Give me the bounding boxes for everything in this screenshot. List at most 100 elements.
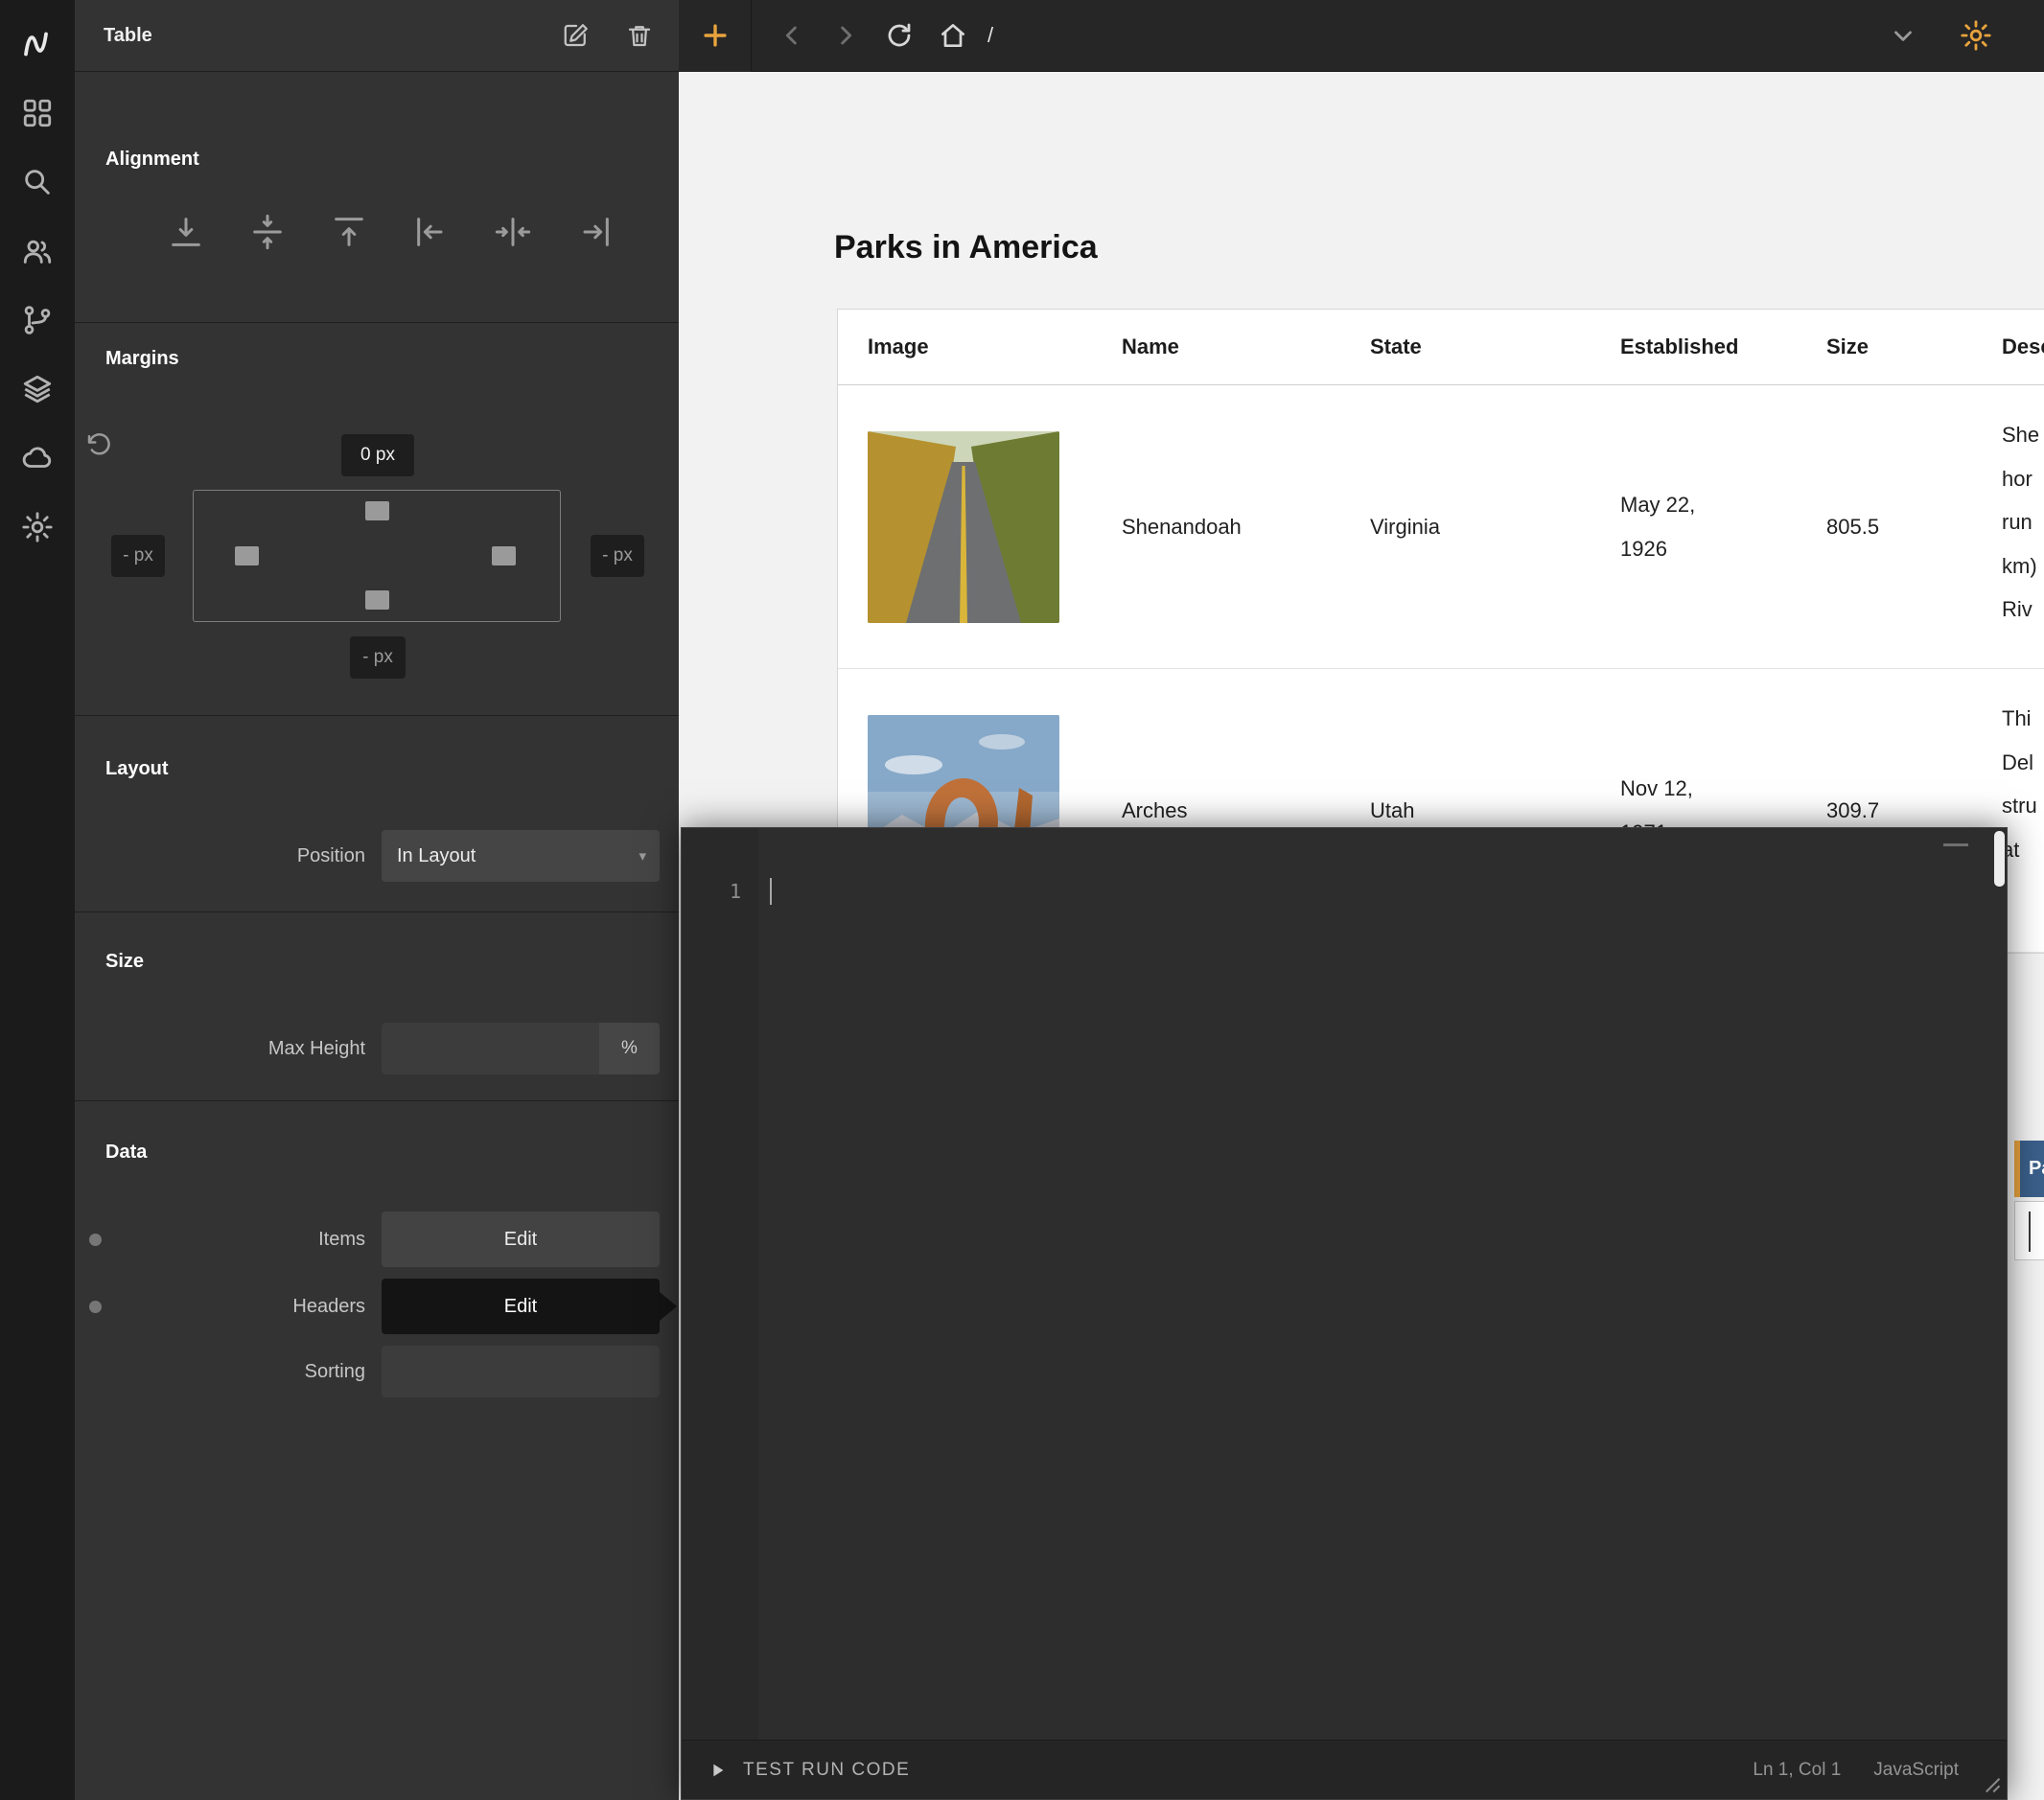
- description-line: Del: [2002, 741, 2044, 785]
- position-select[interactable]: In Layout ▾: [382, 830, 660, 882]
- home-icon: [938, 20, 968, 51]
- items-label: Items: [113, 1229, 365, 1251]
- description-line: Thi: [2002, 697, 2044, 741]
- panel-title: Table: [104, 25, 152, 47]
- margin-right-input[interactable]: - px: [591, 535, 644, 577]
- align-top-button[interactable]: [330, 213, 368, 251]
- deploy-nav[interactable]: [0, 424, 75, 493]
- text-cursor: [2029, 1212, 2031, 1252]
- description-line: at: [2002, 828, 2044, 872]
- description-line: She: [2002, 413, 2044, 457]
- headers-row: Headers Edit: [75, 1279, 679, 1334]
- col-header-description: Description: [2002, 310, 2044, 384]
- editor-dash: [1943, 843, 1968, 846]
- layers-nav[interactable]: [0, 355, 75, 424]
- align-bottom-button[interactable]: [167, 213, 205, 251]
- col-header-name: Name: [1122, 310, 1370, 384]
- description-line: km): [2002, 544, 2044, 588]
- margin-top-input[interactable]: 0 px: [341, 434, 414, 476]
- users-nav[interactable]: [0, 217, 75, 286]
- col-header-size: Size: [1826, 310, 2002, 384]
- margin-top-handle[interactable]: [365, 501, 389, 520]
- code-editor-body[interactable]: 1: [682, 828, 2007, 1740]
- app-logo[interactable]: [0, 10, 75, 79]
- margin-left-handle[interactable]: [235, 546, 259, 565]
- size-heading: Size: [105, 951, 679, 973]
- reset-margins-button[interactable]: [84, 430, 113, 459]
- align-vertical-center-icon: [248, 213, 287, 251]
- page-title: Parks in America: [834, 229, 1098, 266]
- established-line2: 1926: [1620, 527, 1667, 571]
- add-component-button[interactable]: [679, 0, 752, 72]
- input-fragment[interactable]: [2014, 1201, 2044, 1260]
- component-tab-fragment[interactable]: Pa: [2014, 1141, 2044, 1197]
- name-cell: Shenandoah: [1122, 385, 1370, 668]
- app-root: Table Alignment: [0, 0, 2044, 1800]
- margin-right-handle[interactable]: [492, 546, 516, 565]
- established-line1: Nov 12,: [1620, 767, 1693, 811]
- items-edit-button[interactable]: Edit: [382, 1212, 660, 1267]
- inspector-panel: Table Alignment: [75, 0, 679, 1800]
- road-photo-illustration: [868, 431, 1059, 623]
- description-line: Riv: [2002, 588, 2044, 632]
- delete-component-button[interactable]: [625, 21, 654, 50]
- align-horizontal-center-icon: [494, 213, 532, 251]
- position-label: Position: [113, 845, 365, 867]
- max-height-input[interactable]: [382, 1023, 599, 1074]
- home-button[interactable]: [938, 20, 968, 51]
- test-run-code-button[interactable]: TEST RUN CODE: [707, 1760, 910, 1781]
- col-header-image: Image: [838, 310, 1122, 384]
- state-cell: Virginia: [1370, 385, 1620, 668]
- inspector-header: Table: [75, 0, 679, 72]
- position-value: In Layout: [397, 845, 639, 867]
- align-horizontal-center-button[interactable]: [494, 213, 532, 251]
- toolbar-right: [1889, 19, 2044, 52]
- headers-edit-button[interactable]: Edit: [382, 1279, 660, 1334]
- search-nav[interactable]: [0, 148, 75, 217]
- versions-nav[interactable]: [0, 286, 75, 355]
- forward-button[interactable]: [830, 20, 861, 51]
- margin-bottom-handle[interactable]: [365, 590, 389, 610]
- rename-component-button[interactable]: [562, 21, 591, 50]
- align-vertical-center-button[interactable]: [248, 213, 287, 251]
- col-header-established: Established: [1620, 310, 1826, 384]
- margin-left-input[interactable]: - px: [111, 535, 165, 577]
- data-heading: Data: [105, 1142, 679, 1164]
- headers-binding-dot: [89, 1301, 102, 1313]
- headers-label: Headers: [113, 1296, 365, 1318]
- data-section: Data Items Edit Headers Edit Sorting: [75, 1101, 679, 1800]
- plus-icon: [699, 19, 732, 52]
- cursor-position: Ln 1, Col 1: [1753, 1760, 1841, 1781]
- margins-box-diagram: [193, 490, 561, 622]
- line-number: 1: [682, 880, 741, 903]
- chevron-right-icon: [830, 20, 861, 51]
- settings-nav[interactable]: [0, 493, 75, 562]
- align-left-button[interactable]: [412, 213, 451, 251]
- git-branch-icon: [21, 304, 54, 336]
- description-line: stru: [2002, 784, 2044, 828]
- app-settings-button[interactable]: [1960, 19, 1992, 52]
- back-button[interactable]: [777, 20, 807, 51]
- layout-section: Layout Position In Layout ▾: [75, 716, 679, 912]
- editor-status-bar: TEST RUN CODE Ln 1, Col 1 JavaScript: [682, 1740, 2007, 1799]
- table-row[interactable]: Shenandoah Virginia May 22, 1926 805.5 S…: [838, 385, 2044, 669]
- size-section: Size Max Height %: [75, 912, 679, 1101]
- margin-bottom-input[interactable]: - px: [350, 636, 406, 679]
- trash-icon: [625, 21, 654, 50]
- users-icon: [21, 235, 54, 267]
- align-bottom-icon: [167, 213, 205, 251]
- page-dropdown-button[interactable]: [1889, 21, 1917, 50]
- align-right-button[interactable]: [575, 213, 614, 251]
- align-right-icon: [575, 213, 614, 251]
- refresh-icon: [884, 20, 915, 51]
- sorting-input[interactable]: [382, 1346, 660, 1397]
- editor-scrollbar-thumb[interactable]: [1994, 831, 2005, 887]
- chevron-left-icon: [777, 20, 807, 51]
- edit-pencil-icon: [562, 21, 591, 50]
- resize-grip-icon[interactable]: [1983, 1775, 2002, 1794]
- refresh-button[interactable]: [884, 20, 915, 51]
- editor-status: Ln 1, Col 1 JavaScript: [1753, 1760, 1959, 1781]
- items-binding-dot: [89, 1234, 102, 1246]
- components-nav[interactable]: [0, 79, 75, 148]
- image-cell: [838, 385, 1122, 668]
